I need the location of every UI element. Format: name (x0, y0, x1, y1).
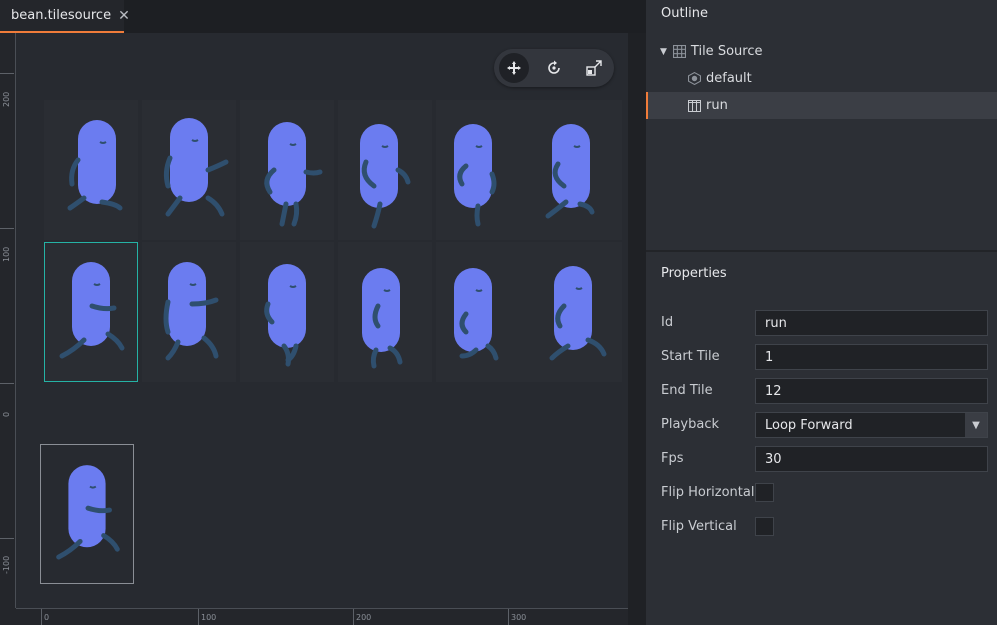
bean-sprite (59, 262, 125, 359)
tab-bar: bean.tilesource ✕ (0, 0, 646, 33)
outline-title: Outline (661, 6, 709, 21)
animation-preview[interactable] (40, 444, 134, 584)
tile-5[interactable] (436, 100, 530, 240)
ruler-label-200: 200 (2, 91, 11, 107)
close-icon[interactable]: ✕ (118, 8, 130, 24)
tab-bean-tilesource[interactable]: bean.tilesource ✕ (0, 0, 130, 33)
bean-sprite (360, 124, 411, 229)
ruler-label-200: 200 (356, 613, 372, 622)
outline-item-default[interactable]: default (646, 65, 997, 92)
bean-sprite (545, 124, 595, 219)
bean-sprite (67, 120, 123, 211)
tile-6[interactable] (528, 100, 622, 240)
rotate-icon (548, 60, 560, 74)
id-label: Id (661, 315, 674, 330)
tile-11[interactable] (436, 242, 530, 382)
outline-panel: Outline ▼ Tile Source default run (646, 0, 997, 252)
tile-10[interactable] (338, 242, 432, 382)
grid-icon (672, 45, 686, 58)
outline-item-label: Tile Source (690, 44, 763, 59)
tile-4[interactable] (338, 100, 432, 240)
end-tile-label: End Tile (661, 383, 713, 398)
playback-select[interactable]: Loop Forward ▼ (755, 412, 988, 438)
flip-vertical-label: Flip Vertical (661, 519, 737, 534)
bean-sprite (163, 118, 229, 217)
playback-label: Playback (661, 417, 720, 432)
end-tile-field[interactable] (755, 378, 988, 404)
tile-9[interactable] (240, 242, 334, 382)
ruler-label-minus-100: -100 (2, 555, 11, 574)
bean-sprite (454, 124, 497, 227)
bean-sprite (264, 264, 306, 367)
tile-1[interactable] (44, 100, 138, 240)
vertical-scrollbar[interactable] (628, 33, 646, 625)
expand-arrow-icon[interactable]: ▼ (660, 47, 667, 57)
manipulator-toolbar (494, 49, 614, 87)
outline-item-run[interactable]: run (646, 92, 997, 119)
bean-sprite (549, 266, 607, 361)
rotate-tool-button[interactable] (539, 53, 569, 83)
fps-label: Fps (661, 451, 684, 466)
outline-item-tile-source[interactable]: ▼ Tile Source (646, 38, 997, 65)
start-tile-field[interactable] (755, 344, 988, 370)
bean-sprite (264, 122, 323, 227)
scene-editor: bean.tilesource ✕ 200 100 0 -100 0 100 2… (0, 0, 646, 625)
tile-12[interactable] (528, 242, 622, 382)
tile-8[interactable] (142, 242, 236, 382)
move-icon (507, 61, 521, 75)
ruler-label-0: 0 (44, 613, 50, 622)
tile-3[interactable] (240, 100, 334, 240)
playback-value: Loop Forward (765, 417, 853, 433)
flip-horizontal-checkbox[interactable] (755, 483, 774, 502)
bean-sprite (56, 465, 120, 560)
animation-icon (688, 99, 701, 112)
flip-horizontal-label: Flip Horizontal (661, 485, 755, 500)
tile-7[interactable] (44, 242, 138, 382)
properties-title: Properties (661, 266, 727, 281)
ruler-label-100: 100 (201, 613, 217, 622)
chevron-down-icon[interactable]: ▼ (965, 413, 987, 437)
tab-label: bean.tilesource (11, 8, 112, 23)
bean-sprite (454, 268, 499, 361)
collision-icon (688, 72, 701, 85)
start-tile-label: Start Tile (661, 349, 720, 364)
scale-icon (586, 60, 602, 76)
bean-sprite (362, 268, 403, 369)
bean-sprite (163, 262, 219, 361)
ruler-label-0: 0 (2, 411, 11, 417)
fps-field[interactable] (755, 446, 988, 472)
tile-2[interactable] (142, 100, 236, 240)
horizontal-ruler: 0 100 200 300 (16, 608, 628, 625)
outline-item-label: run (706, 98, 728, 113)
outline-item-label: default (706, 71, 752, 86)
flip-vertical-checkbox[interactable] (755, 517, 774, 536)
id-field[interactable] (755, 310, 988, 336)
scale-tool-button[interactable] (579, 53, 609, 83)
move-tool-button[interactable] (499, 53, 529, 83)
ruler-label-100: 100 (2, 246, 11, 262)
ruler-label-300: 300 (511, 613, 527, 622)
vertical-ruler: 200 100 0 -100 (0, 33, 16, 608)
